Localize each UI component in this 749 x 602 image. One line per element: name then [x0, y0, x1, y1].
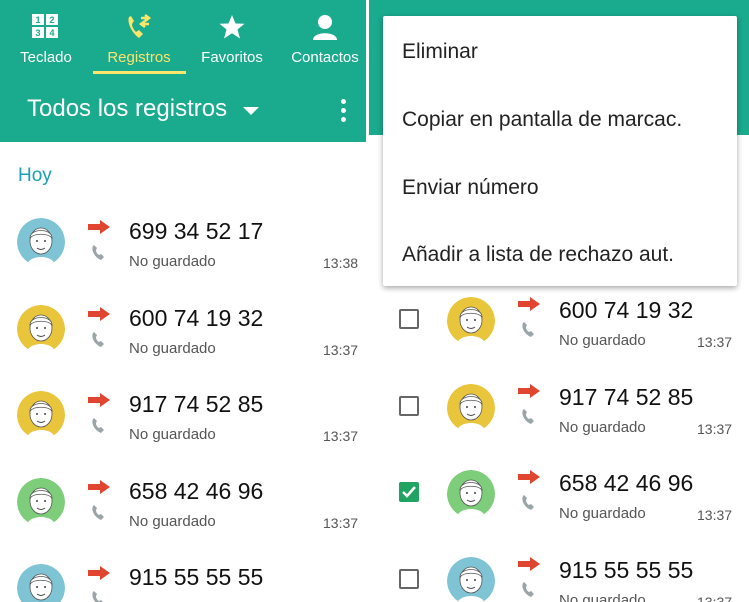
call-log-row[interactable]: 915 55 55 55 No guardado 13:37 [369, 537, 735, 602]
select-checkbox[interactable] [399, 395, 419, 416]
outgoing-call-icon [88, 306, 110, 326]
call-log-row[interactable]: 600 74 19 32 No guardado 13:37 [0, 285, 366, 371]
call-time: 13:37 [323, 428, 359, 444]
avatar [447, 556, 495, 602]
phone-number: 917 74 52 85 [129, 391, 264, 417]
contact-status: No guardado [559, 591, 646, 602]
contact-status: No guardado [559, 418, 646, 436]
avatar [17, 304, 65, 353]
svg-text:2: 2 [49, 15, 54, 25]
call-time: 13:37 [697, 420, 733, 437]
phone-icon [91, 245, 105, 266]
outgoing-call-icon [88, 566, 110, 585]
section-header-today: Hoy [18, 165, 52, 186]
tab-contacts-label: Contactos [291, 49, 359, 66]
phone-icon [521, 322, 535, 343]
phone-number: 915 55 55 55 [559, 556, 694, 583]
avatar [17, 218, 65, 266]
log-filter-dropdown[interactable]: Todos los registros [27, 95, 227, 123]
menu-item-send-number[interactable]: Enviar número [402, 176, 539, 200]
tab-keypad[interactable]: 1 2 3 4 Teclado [0, 0, 92, 76]
contact-status: No guardado [129, 512, 216, 530]
call-log-row[interactable]: 658 42 46 96 No guardado 13:37 [0, 458, 366, 544]
person-icon [313, 15, 337, 40]
menu-item-copy-to-dialer[interactable]: Copiar en pantalla de marcac. [402, 108, 682, 132]
contact-status: No guardado [129, 339, 216, 357]
star-icon [219, 15, 245, 39]
tab-contacts[interactable]: Contactos [279, 0, 366, 76]
call-time: 13:37 [697, 334, 733, 350]
tab-bar: 1 2 3 4 Teclado Registros Favoritos Cont… [0, 0, 366, 76]
keypad-icon: 1 2 3 4 [32, 14, 58, 38]
phone-icon [521, 495, 535, 516]
menu-item-add-to-reject-list[interactable]: Añadir a lista de rechazo aut. [402, 243, 674, 267]
call-log-row[interactable]: 917 74 52 85 No guardado 13:37 [0, 371, 366, 457]
call-log-row[interactable]: 699 34 52 17 No guardado 13:38 [0, 198, 366, 284]
phone-number: 915 55 55 55 [129, 564, 264, 590]
phone-number: 600 74 19 32 [559, 297, 694, 323]
contact-status: No guardado [559, 332, 646, 349]
tab-keypad-label: Teclado [20, 49, 72, 66]
contact-status: No guardado [559, 505, 646, 522]
call-log-row[interactable]: 600 74 19 32 No guardado 13:37 [369, 277, 735, 363]
outgoing-call-icon [88, 393, 110, 412]
call-time: 13:37 [697, 593, 733, 602]
outgoing-call-icon [518, 470, 540, 489]
svg-text:4: 4 [49, 28, 54, 38]
outgoing-call-icon [88, 479, 110, 499]
phone-icon [91, 504, 105, 526]
avatar [447, 383, 495, 432]
svg-text:3: 3 [35, 28, 40, 38]
phone-number: 699 34 52 17 [129, 218, 264, 244]
context-menu: Eliminar Copiar en pantalla de marcac. E… [383, 16, 737, 286]
call-time: 13:37 [323, 514, 359, 531]
tab-call-log-label: Registros [107, 49, 171, 66]
menu-item-delete[interactable]: Eliminar [402, 40, 478, 64]
outgoing-call-icon [518, 297, 540, 316]
tab-call-log[interactable]: Registros [93, 0, 185, 76]
avatar [17, 391, 65, 439]
select-checkbox[interactable] [399, 482, 419, 502]
phone-number: 600 74 19 32 [129, 304, 264, 331]
phone-icon [521, 408, 535, 430]
phone-number: 658 42 46 96 [129, 477, 264, 504]
app-header: 1 2 3 4 Teclado Registros Favoritos Cont… [0, 0, 366, 142]
phone-icon [91, 331, 105, 353]
call-log-row[interactable]: 917 74 52 85 No guardado 13:37 [369, 364, 735, 450]
chevron-down-icon[interactable] [243, 107, 259, 115]
contact-status: No guardado [129, 253, 216, 270]
outgoing-call-icon [88, 220, 110, 239]
phone-icon [91, 418, 105, 439]
avatar [17, 477, 65, 526]
avatar [17, 564, 65, 602]
select-checkbox[interactable] [399, 309, 419, 329]
call-log-icon [128, 14, 152, 38]
more-options-icon[interactable] [341, 99, 347, 123]
call-time: 13:37 [323, 341, 359, 358]
call-time: 13:38 [323, 255, 359, 271]
call-log-row[interactable]: 915 55 55 55 [0, 544, 366, 602]
avatar [447, 470, 495, 518]
call-log-pane: 1 2 3 4 Teclado Registros Favoritos Cont… [0, 0, 366, 602]
active-tab-indicator [93, 71, 186, 74]
contact-status: No guardado [129, 426, 216, 443]
call-log-row[interactable]: 658 42 46 96 No guardado 13:37 [369, 450, 735, 536]
svg-text:1: 1 [35, 15, 40, 25]
outgoing-call-icon [518, 556, 540, 576]
phone-number: 658 42 46 96 [559, 470, 694, 496]
avatar [447, 297, 495, 345]
outgoing-call-icon [518, 383, 540, 403]
call-time: 13:37 [697, 507, 733, 523]
tab-favorites-label: Favoritos [201, 49, 263, 66]
phone-icon [91, 591, 105, 602]
phone-number: 917 74 52 85 [559, 383, 694, 410]
phone-icon [521, 581, 535, 602]
select-checkbox[interactable] [399, 568, 419, 589]
tab-favorites[interactable]: Favoritos [186, 0, 278, 76]
